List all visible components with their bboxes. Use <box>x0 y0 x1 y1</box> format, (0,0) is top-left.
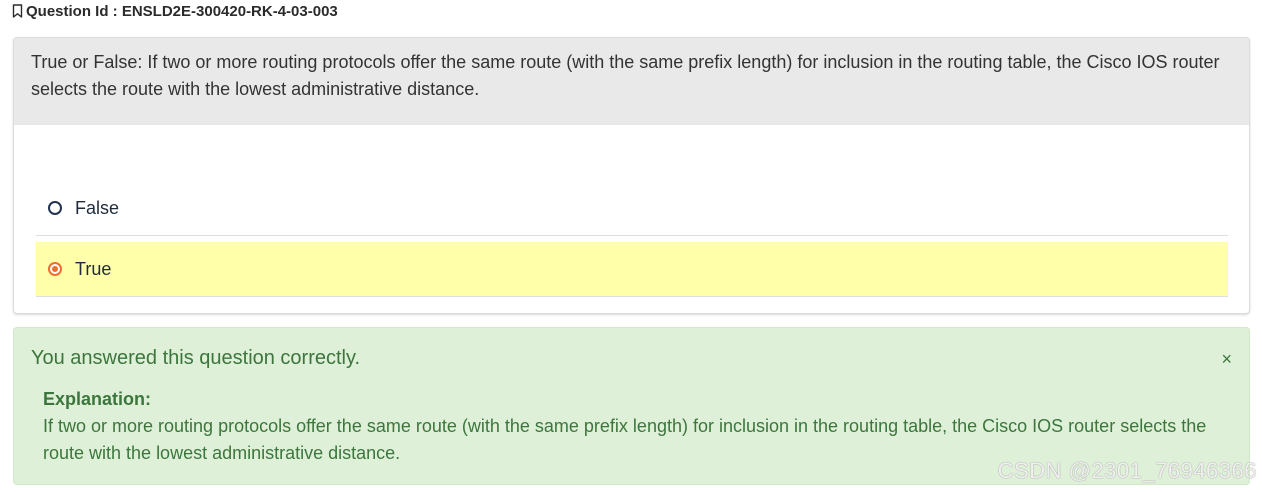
question-id-row: Question Id : ENSLD2E-300420-RK-4-03-003 <box>12 1 338 21</box>
question-text: True or False: If two or more routing pr… <box>31 52 1220 99</box>
radio-unselected-icon[interactable] <box>48 201 62 215</box>
radio-selected-icon[interactable] <box>48 262 62 276</box>
question-id: Question Id : ENSLD2E-300420-RK-4-03-003 <box>26 2 338 20</box>
bookmark-icon[interactable] <box>12 4 23 18</box>
option-true[interactable]: True <box>36 242 1228 297</box>
question-card: True or False: If two or more routing pr… <box>13 37 1250 314</box>
option-label: True <box>75 258 112 279</box>
explanation-label: Explanation: <box>43 389 152 409</box>
question-header: True or False: If two or more routing pr… <box>14 38 1249 125</box>
explanation: Explanation: If two or more routing prot… <box>43 386 1223 467</box>
feedback-title: You answered this question correctly. <box>31 347 361 369</box>
watermark: CSDN @2301_76946366 <box>997 458 1257 483</box>
close-icon[interactable]: × <box>1221 347 1232 371</box>
option-false[interactable]: False <box>36 181 1228 236</box>
answer-options: False True <box>36 181 1228 297</box>
option-label: False <box>75 197 120 218</box>
